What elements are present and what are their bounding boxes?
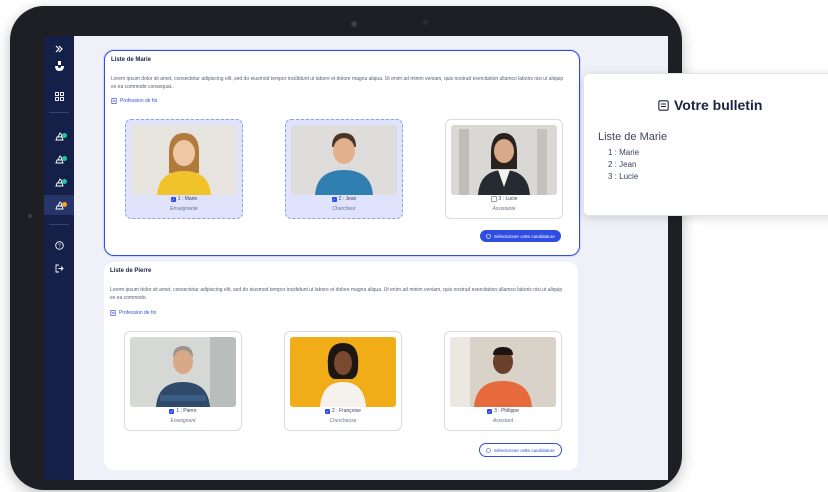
vote-icon[interactable] xyxy=(44,126,74,146)
candidate-role: Assistante xyxy=(492,206,516,212)
profession-link[interactable]: Profession de foi xyxy=(111,98,157,104)
candidate-photo xyxy=(291,125,397,195)
candidate-photo xyxy=(131,125,237,195)
profession-link-label: Profession de foi xyxy=(119,310,157,316)
svg-text:?: ? xyxy=(58,243,61,249)
list-title: Liste de Marie xyxy=(111,57,152,63)
ballot-panel: Votre bulletin Liste de Marie 1 : Marie … xyxy=(583,73,828,216)
sidebar-divider xyxy=(49,112,69,113)
candidate-photo xyxy=(130,337,236,407)
candidate-card[interactable]: 3 : Lucie Assistante xyxy=(445,119,563,219)
checkbox-checked-icon[interactable]: ✓ xyxy=(169,408,175,414)
candidate-label: ✓ 3 : Philippe xyxy=(487,408,519,414)
candidate-role: Assistant xyxy=(492,418,514,424)
tablet-frame: ? Liste de Marie Lorem ipsum dolor sit a… xyxy=(10,6,682,490)
sensor-icon xyxy=(423,20,428,25)
dashboard-icon[interactable] xyxy=(44,86,74,106)
status-dot xyxy=(62,179,67,184)
candidate-role: Chercheuse xyxy=(329,418,357,424)
logout-icon[interactable] xyxy=(44,258,74,278)
ballot-item: 2 : Jean xyxy=(608,160,637,169)
app-screen: ? Liste de Marie Lorem ipsum dolor sit a… xyxy=(44,36,668,480)
candidate-label: ✓ 2 : Jean xyxy=(331,196,357,202)
vote-icon[interactable] xyxy=(44,149,74,169)
document-icon xyxy=(111,98,117,104)
candidate-role: Enseignante xyxy=(170,206,198,212)
status-dot xyxy=(62,133,67,138)
sidebar-divider xyxy=(49,224,69,225)
profession-link-label: Profession de foi xyxy=(120,98,158,104)
camera-icon xyxy=(351,21,357,27)
candidate-label: ✓ 2 : Françoise xyxy=(325,408,361,414)
candidate-card[interactable]: ✓ 2 : Françoise Chercheuse xyxy=(284,331,402,431)
document-icon xyxy=(110,310,116,316)
select-list-button[interactable]: Sélectionner cette candidature xyxy=(479,443,562,457)
list-title: Liste de Pierre xyxy=(110,268,152,274)
ballot-icon xyxy=(658,99,669,111)
candidate-role: Enseignant xyxy=(170,418,196,424)
ballot-list-name: Liste de Marie xyxy=(598,131,668,143)
profession-link[interactable]: Profession de foi xyxy=(110,310,156,316)
list-description: Lorem ipsum dolor sit amet, consectetur … xyxy=(111,76,564,90)
candidate-photo xyxy=(451,125,557,195)
ballot-item: 3 : Lucie xyxy=(608,172,639,181)
checkbox-checked-icon[interactable]: ✓ xyxy=(331,196,337,202)
candidate-label: ✓ 1 : Marie xyxy=(170,196,198,202)
vote-icon[interactable] xyxy=(44,172,74,192)
status-dot xyxy=(62,202,67,207)
candidate-role: Chercheur xyxy=(332,206,356,212)
status-dot xyxy=(62,156,67,161)
select-list-button[interactable]: Sélectionner cette candidature xyxy=(480,230,561,242)
candidate-photo xyxy=(450,337,556,407)
help-icon[interactable]: ? xyxy=(44,235,74,255)
ballot-item: 1 : Marie xyxy=(608,148,640,157)
select-list-button-label: Sélectionner cette candidature xyxy=(494,233,555,239)
candidate-photo xyxy=(290,337,396,407)
side-sensor-icon xyxy=(28,214,32,218)
sidebar: ? xyxy=(44,36,74,480)
list-description: Lorem ipsum dolor sit amet, consectetur … xyxy=(110,287,563,301)
radio-icon xyxy=(486,447,491,453)
checkbox-checked-icon[interactable]: ✓ xyxy=(325,408,331,414)
candidate-card[interactable]: ✓ 2 : Jean Chercheur xyxy=(285,119,403,219)
checkbox-checked-icon[interactable]: ✓ xyxy=(487,408,493,414)
candidate-card[interactable]: ✓ 1 : Pierre Enseignant xyxy=(124,331,242,431)
vote-icon[interactable] xyxy=(44,195,74,215)
list-card-marie[interactable]: Liste de Marie Lorem ipsum dolor sit ame… xyxy=(104,50,580,256)
candidate-label: 3 : Lucie xyxy=(446,196,562,202)
select-list-button-label: Sélectionner cette candidature xyxy=(494,447,555,453)
candidate-label: ✓ 1 : Pierre xyxy=(169,408,197,414)
list-card-pierre[interactable]: Liste de Pierre Lorem ipsum dolor sit am… xyxy=(104,262,578,470)
checkbox-unchecked-icon[interactable] xyxy=(490,196,497,202)
logo-icon[interactable] xyxy=(44,56,74,76)
checkbox-checked-icon[interactable]: ✓ xyxy=(170,196,176,202)
candidate-card[interactable]: ✓ 3 : Philippe Assistant xyxy=(444,331,562,431)
ballot-title: Votre bulletin xyxy=(658,97,762,113)
shield-icon xyxy=(486,233,491,239)
candidate-card[interactable]: ✓ 1 : Marie Enseignante xyxy=(125,119,243,219)
